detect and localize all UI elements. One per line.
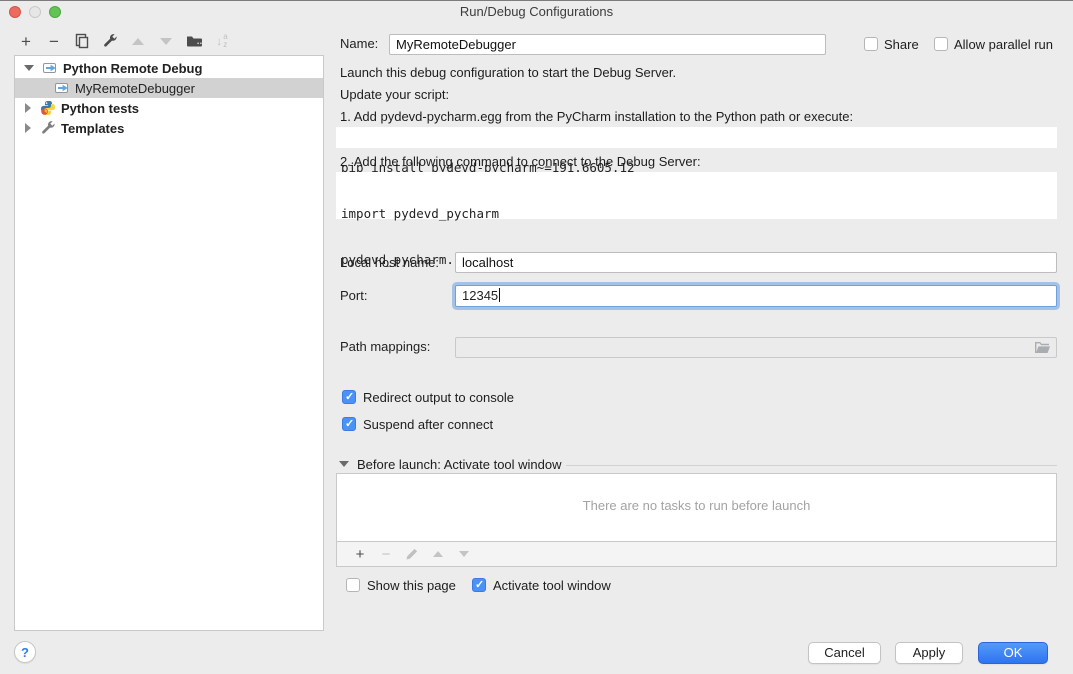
add-configuration-button[interactable]: + (12, 30, 40, 52)
tree-item-label: MyRemoteDebugger (75, 81, 195, 96)
browse-folder-icon[interactable] (1034, 340, 1051, 356)
path-mappings-label: Path mappings: (340, 337, 430, 357)
suspend-after-connect-label: Suspend after connect (363, 417, 493, 433)
sort-configurations-button[interactable]: ↓ a z (208, 30, 236, 52)
move-up-button[interactable] (124, 30, 152, 52)
edit-task-button[interactable] (399, 543, 425, 565)
local-host-name-label: Local host name: (340, 253, 439, 273)
before-launch-toolbar: + − (336, 542, 1057, 567)
window-title: Run/Debug Configurations (0, 1, 1073, 23)
minus-icon: − (382, 547, 391, 562)
plus-icon: + (21, 33, 31, 50)
step2-text: 2. Add the following command to connect … (340, 154, 701, 170)
sort-az-icon: ↓ a z (216, 33, 227, 49)
settrace-code: import pydevd_pycharm pydevd_pycharm.set… (336, 172, 1057, 219)
remove-configuration-button[interactable]: − (40, 30, 68, 52)
wrench-icon (102, 33, 118, 49)
run-config-icon (42, 60, 58, 76)
name-label: Name: (340, 34, 378, 54)
arrow-down-icon (459, 551, 469, 557)
arrow-up-icon (132, 38, 144, 45)
share-checkbox[interactable] (864, 37, 878, 51)
text-caret (499, 288, 500, 302)
configurations-tree: Python Remote Debug MyRemoteDebugger (14, 55, 324, 631)
tree-item-label: Python Remote Debug (63, 61, 202, 76)
tree-item-python-remote-debug[interactable]: Python Remote Debug (15, 58, 323, 78)
python-tests-icon (40, 100, 56, 116)
expand-arrow-icon[interactable] (25, 123, 31, 133)
local-host-name-input[interactable] (455, 252, 1057, 273)
tree-item-templates[interactable]: Templates (15, 118, 323, 138)
move-down-button[interactable] (152, 30, 180, 52)
cancel-button[interactable]: Cancel (808, 642, 881, 664)
ok-button[interactable]: OK (978, 642, 1048, 664)
redirect-output-label: Redirect output to console (363, 390, 514, 406)
arrow-down-icon (160, 38, 172, 45)
configurations-toolbar: + − (12, 30, 236, 52)
share-label: Share (884, 37, 919, 53)
tree-item-myremotedebugger[interactable]: MyRemoteDebugger (15, 78, 323, 98)
tree-item-python-tests[interactable]: Python tests (15, 98, 323, 118)
port-label: Port: (340, 286, 367, 306)
before-launch-collapse-icon[interactable] (339, 461, 349, 467)
create-folder-button[interactable] (180, 30, 208, 52)
plus-icon: + (356, 547, 365, 562)
run-config-icon (54, 80, 70, 96)
edit-configuration-button[interactable] (96, 30, 124, 52)
tree-item-label: Python tests (61, 101, 139, 116)
allow-parallel-run-checkbox[interactable] (934, 37, 948, 51)
expand-arrow-icon[interactable] (25, 103, 31, 113)
collapse-arrow-icon[interactable] (24, 65, 34, 71)
apply-button[interactable]: Apply (895, 642, 963, 664)
titlebar[interactable]: Run/Debug Configurations (0, 1, 1073, 23)
add-task-button[interactable]: + (347, 543, 373, 565)
arrow-up-icon (433, 551, 443, 557)
help-button[interactable]: ? (14, 641, 36, 663)
activate-tool-window-checkbox[interactable] (472, 578, 486, 592)
activate-tool-window-label: Activate tool window (493, 578, 611, 594)
intro-line-2: Update your script: (340, 87, 449, 103)
path-mappings-input (455, 337, 1057, 358)
before-launch-header: Before launch: Activate tool window (357, 457, 562, 473)
pencil-icon (405, 547, 419, 561)
move-task-down-button[interactable] (451, 543, 477, 565)
redirect-output-checkbox[interactable] (342, 390, 356, 404)
minus-icon: − (49, 33, 59, 50)
port-input[interactable]: 12345 (455, 285, 1057, 307)
templates-wrench-icon (40, 120, 56, 136)
step1-text: 1. Add pydevd-pycharm.egg from the PyCha… (340, 109, 853, 125)
name-input[interactable] (389, 34, 826, 55)
run-debug-configurations-dialog: Run/Debug Configurations + − (0, 0, 1073, 674)
move-task-up-button[interactable] (425, 543, 451, 565)
before-launch-task-list[interactable]: There are no tasks to run before launch (336, 473, 1057, 542)
copy-configuration-button[interactable] (68, 30, 96, 52)
remove-task-button[interactable]: − (373, 543, 399, 565)
section-divider (566, 465, 1057, 466)
tree-item-label: Templates (61, 121, 124, 136)
pip-install-code: pip install pydevd-pycharm~=191.6605.12 (336, 127, 1057, 148)
copy-icon (74, 33, 90, 49)
folder-add-icon (186, 33, 203, 49)
suspend-after-connect-checkbox[interactable] (342, 417, 356, 431)
empty-tasks-text: There are no tasks to run before launch (337, 498, 1056, 513)
show-this-page-checkbox[interactable] (346, 578, 360, 592)
intro-line-1: Launch this debug configuration to start… (340, 65, 676, 81)
allow-parallel-run-label: Allow parallel run (954, 37, 1053, 53)
show-this-page-label: Show this page (367, 578, 456, 594)
